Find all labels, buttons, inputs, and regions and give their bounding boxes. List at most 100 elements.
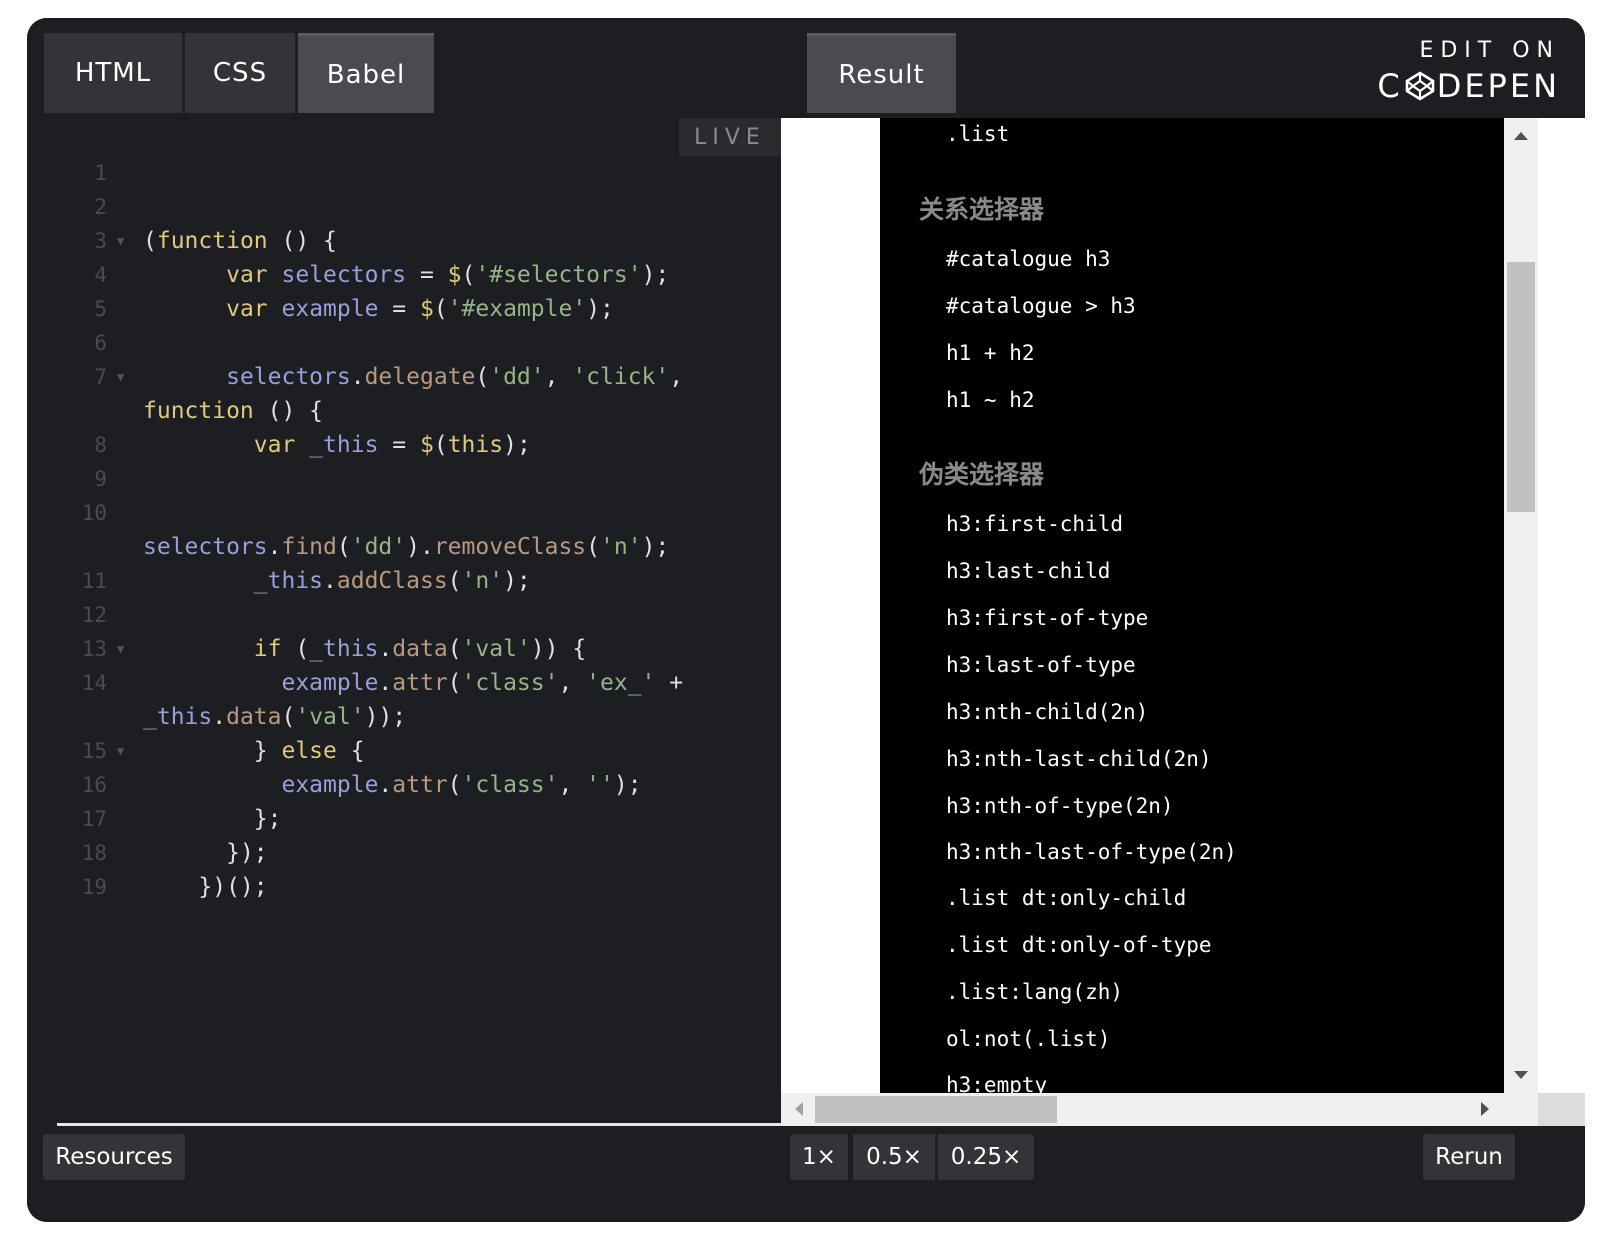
code-line: 18 }); [27,836,781,870]
code-line: 8 var _this = $(this); [27,428,781,462]
result-horizontal-scrollbar[interactable] [781,1093,1538,1126]
fold-arrow-icon[interactable]: ▼ [117,734,124,768]
result-item: .list:lang(zh) [946,980,1124,1004]
code-line: 12 [27,598,781,632]
result-item: h3:first-child [946,512,1124,536]
codepen-cube-icon [1405,71,1434,101]
fold-arrow-icon[interactable]: ▼ [117,224,124,258]
line-number: 10 [81,501,107,525]
result-item: h3:nth-of-type(2n) [946,794,1174,818]
line-number: 12 [81,603,107,627]
babel-editor[interactable]: LIVE 1 2 3 ▼ (function () { 4 var selector… [27,118,781,1126]
code-line: 14 example.attr('class', 'ex_' + _this.d… [27,666,781,734]
rerun-button[interactable]: Rerun [1423,1134,1515,1180]
result-item: h3:nth-last-of-type(2n) [946,840,1237,864]
line-number: 3 [94,229,107,253]
line-number: 13 [81,637,107,661]
vertical-scroll-thumb[interactable] [1507,262,1535,512]
result-item: h1 ~ h2 [946,388,1035,412]
scroll-up-icon[interactable] [1514,132,1528,140]
result-document[interactable]: .list 关系选择器 #catalogue h3 #catalogue > h… [880,118,1504,1093]
edit-on-codepen-link[interactable]: EDIT ON C DEPEN [1360,38,1560,108]
line-number: 8 [94,433,107,457]
fold-arrow-icon[interactable]: ▼ [117,360,124,394]
line-number: 1 [94,161,107,185]
result-item: h3:nth-last-child(2n) [946,747,1212,771]
scroll-left-icon[interactable] [795,1102,803,1116]
line-number: 7 [94,365,107,389]
line-number: 16 [81,773,107,797]
code-text: })(); [143,874,268,900]
code-line: 6 [27,326,781,360]
tab-result[interactable]: Result [807,33,956,113]
result-heading: 关系选择器 [919,195,1045,224]
code-text: }; [143,806,282,832]
result-item: h3:last-of-type [946,653,1136,677]
code-text: } else { [143,738,365,764]
result-vertical-scrollbar[interactable] [1504,118,1538,1093]
code-line: 5 var example = $('#example'); [27,292,781,326]
scrollbar-corner [1538,1093,1585,1126]
line-number: 14 [81,671,107,695]
codepen-letters-depen: DEPEN [1436,67,1560,105]
zoom-1x-button[interactable]: 1× [790,1134,848,1180]
code-text: example.attr('class', ''); [281,772,642,798]
code-line: 19 })(); [27,870,781,904]
codepen-letter-c: C [1377,67,1403,105]
code-text: selectors.find('dd').removeClass('n'); [143,534,670,560]
line-number: 11 [81,569,107,593]
code-text: (function () { [143,228,337,254]
line-number: 9 [94,467,107,491]
codepen-wordmark: C DEPEN [1360,66,1560,106]
fold-arrow-icon[interactable]: ▼ [117,632,124,666]
code-line: 11 _this.addClass('n'); [27,564,781,598]
live-badge: LIVE [679,118,781,156]
tab-css[interactable]: CSS [185,33,295,113]
code-text: if (_this.data('val')) { [253,636,587,662]
code-text: var example = $('#example'); [226,296,614,322]
code-text: selectors.delegate('dd', 'click', functi… [143,364,684,424]
result-item: .list [946,122,1010,146]
zoom-0-25x-button[interactable]: 0.25× [938,1134,1034,1180]
codepen-embed: HTML CSS Babel Result EDIT ON C DEPEN LI… [27,18,1585,1222]
code-text: example.attr('class', 'ex_' + _this.data… [143,670,684,730]
line-number: 5 [94,297,107,321]
code-area[interactable]: 1 2 3 ▼ (function () { 4 var selectors = $… [27,156,781,904]
result-item: .list dt:only-child [946,886,1187,910]
bottom-bar: Resources 1× 0.5× 0.25× Rerun [27,1126,1585,1222]
result-item: h3:nth-child(2n) [946,700,1149,724]
line-number: 6 [94,331,107,355]
result-item: h3:first-of-type [946,606,1149,630]
result-item: ol:not(.list) [946,1027,1111,1051]
tab-html[interactable]: HTML [44,33,182,113]
zoom-0-5x-button[interactable]: 0.5× [853,1134,935,1180]
line-number: 2 [94,195,107,219]
result-item: .list dt:only-of-type [946,933,1212,957]
scroll-down-icon[interactable] [1514,1071,1528,1079]
code-text: }); [143,840,268,866]
scroll-right-icon[interactable] [1481,1102,1489,1116]
top-bar: HTML CSS Babel Result EDIT ON C DEPEN [27,18,1585,118]
tab-babel[interactable]: Babel [298,33,434,113]
code-line: 1 [27,156,781,190]
code-line: 2 [27,190,781,224]
result-pane[interactable]: .list 关系选择器 #catalogue h3 #catalogue > h… [781,118,1585,1126]
result-item: h1 + h2 [946,341,1035,365]
result-item: h3:last-child [946,559,1111,583]
code-line: 15 ▼ } else { [27,734,781,768]
code-line: 16 example.attr('class', ''); [27,768,781,802]
edit-on-label: EDIT ON [1419,38,1560,63]
code-text: _this.addClass('n'); [253,568,531,594]
line-number: 4 [94,263,107,287]
horizontal-scroll-thumb[interactable] [815,1096,1057,1123]
line-number: 15 [81,739,107,763]
code-text: var _this = $(this); [253,432,531,458]
line-number: 17 [81,807,107,831]
line-number: 19 [81,875,107,899]
code-line: 17 }; [27,802,781,836]
code-line: 3 ▼ (function () { [27,224,781,258]
resources-button[interactable]: Resources [43,1134,185,1180]
code-text: var selectors = $('#selectors'); [226,262,670,288]
code-line: 7 ▼ selectors.delegate('dd', 'click', fun… [27,360,781,428]
code-line: 13 ▼ if (_this.data('val')) { [27,632,781,666]
